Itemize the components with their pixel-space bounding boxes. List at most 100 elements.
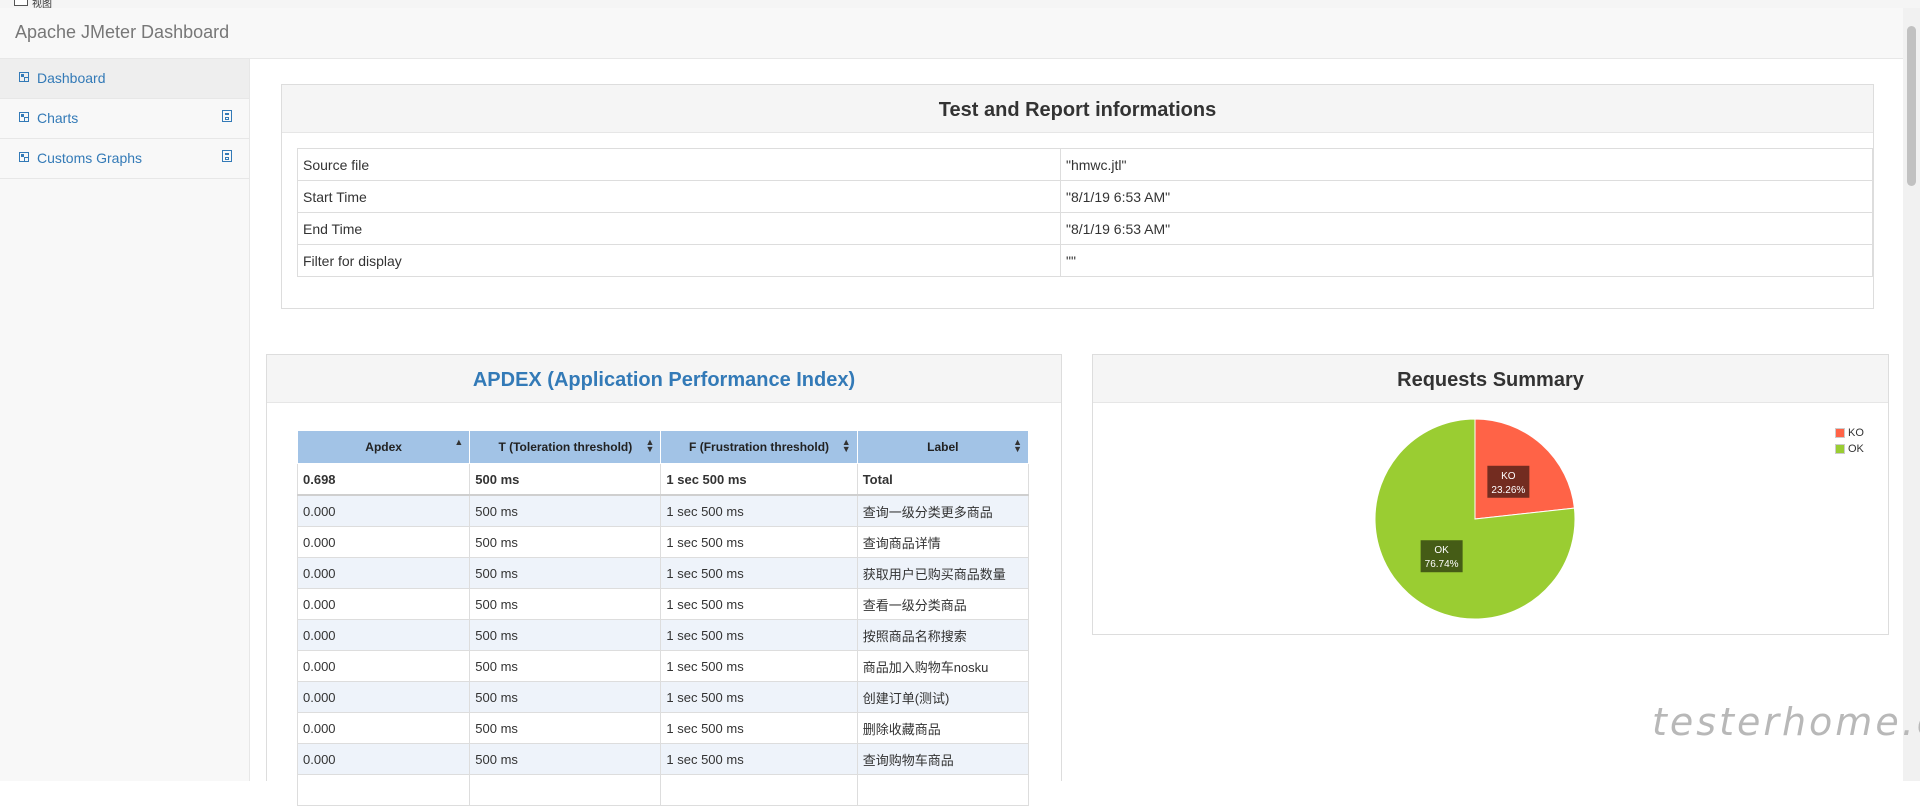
toleration-value: 500 ms bbox=[469, 619, 662, 651]
watermark: testerhome.com bbox=[1652, 700, 1920, 744]
sort-icon[interactable]: ▲ ▼ bbox=[842, 438, 851, 454]
apdex-panel: APDEX (Application Performance Index) Ap… bbox=[266, 354, 1062, 806]
sort-icon[interactable]: ▲ ▼ bbox=[645, 438, 654, 454]
info-key: Start Time bbox=[297, 180, 1061, 213]
frustration-value: 1 sec 500 ms bbox=[660, 650, 858, 682]
info-key: End Time bbox=[297, 212, 1061, 245]
frustration-value: 1 sec 500 ms bbox=[660, 619, 858, 651]
toleration-value: 500 ms bbox=[469, 681, 662, 713]
toleration-value: 500 ms bbox=[469, 650, 662, 682]
label-value: 查询一级分类更多商品 bbox=[856, 494, 1030, 527]
pie-legend: KO OK bbox=[1835, 425, 1864, 457]
slice-label-ok: OK 76.74% bbox=[1420, 540, 1463, 573]
legend-swatch-ok bbox=[1835, 444, 1845, 454]
apdex-value: 0.000 bbox=[296, 494, 471, 527]
sidebar: Dashboard Charts Customs Graphs bbox=[0, 59, 250, 781]
frustration-value bbox=[660, 774, 858, 806]
sort-asc-icon[interactable]: ▲ bbox=[454, 438, 463, 447]
toleration-value: 500 ms bbox=[469, 526, 662, 558]
frustration-value: 1 sec 500 ms bbox=[660, 712, 858, 744]
apdex-table: Apdex ▲ T (Toleration threshold) ▲ ▼ F (Fru… bbox=[296, 430, 1030, 806]
scrollbar-thumb[interactable] bbox=[1907, 26, 1916, 186]
toleration-value: 500 ms bbox=[469, 557, 662, 589]
column-header-toleration[interactable]: T (Toleration threshold) ▲ ▼ bbox=[469, 430, 662, 464]
info-value: "hmwc.jtl" bbox=[1060, 148, 1873, 181]
label-value: 查询购物车商品 bbox=[856, 743, 1030, 775]
sidebar-item-label[interactable]: Charts bbox=[37, 110, 78, 126]
apdex-title: APDEX (Application Performance Index) bbox=[267, 355, 1061, 403]
info-row: Filter for display "" bbox=[297, 244, 1873, 277]
slice-label-name: KO bbox=[1501, 471, 1516, 482]
legend-item-ko[interactable]: KO bbox=[1835, 425, 1864, 441]
requests-pie-chart[interactable]: KO 23.26% OK 76.74% bbox=[1093, 404, 1888, 634]
column-header-label: Apdex bbox=[365, 440, 402, 454]
table-row: 0.000 500 ms 1 sec 500 ms 查询购物车商品 bbox=[296, 743, 1030, 775]
chart-icon bbox=[19, 152, 29, 162]
label-value: 查看一级分类商品 bbox=[856, 588, 1030, 620]
requests-summary-title: Requests Summary bbox=[1093, 355, 1888, 403]
table-row: 0.000 500 ms 1 sec 500 ms 创建订单(测试) bbox=[296, 681, 1030, 713]
brand-title[interactable]: Apache JMeter Dashboard bbox=[15, 22, 229, 43]
sidebar-item-customs-graphs[interactable]: Customs Graphs bbox=[0, 139, 249, 179]
legend-item-ok[interactable]: OK bbox=[1835, 441, 1864, 457]
sidebar-item-charts[interactable]: Charts bbox=[0, 99, 249, 139]
info-key: Filter for display bbox=[297, 244, 1061, 277]
slice-label-value: 76.74% bbox=[1425, 559, 1459, 570]
slice-label-value: 23.26% bbox=[1491, 485, 1525, 496]
sidebar-item-label[interactable]: Customs Graphs bbox=[37, 150, 142, 166]
chart-icon bbox=[19, 112, 29, 122]
column-header-frustration[interactable]: F (Frustration threshold) ▲ ▼ bbox=[660, 430, 858, 464]
apdex-value: 0.000 bbox=[296, 681, 471, 713]
info-row: Source file "hmwc.jtl" bbox=[297, 148, 1873, 181]
expand-icon[interactable] bbox=[222, 110, 232, 122]
apdex-value: 0.000 bbox=[296, 526, 471, 558]
info-row: End Time "8/1/19 6:53 AM" bbox=[297, 212, 1873, 245]
top-navbar: Apache JMeter Dashboard bbox=[0, 8, 1903, 59]
info-row: Start Time "8/1/19 6:53 AM" bbox=[297, 180, 1873, 213]
window-icon bbox=[14, 0, 28, 6]
toleration-value: 500 ms bbox=[469, 463, 662, 496]
label-value: 创建订单(测试) bbox=[856, 681, 1030, 713]
column-header-apdex[interactable]: Apdex ▲ bbox=[296, 430, 471, 464]
column-header-label: T (Toleration threshold) bbox=[498, 440, 633, 454]
column-header-label: Label bbox=[927, 440, 959, 454]
test-info-title: Test and Report informations bbox=[282, 85, 1873, 133]
table-row: 0.000 500 ms 1 sec 500 ms 获取用户已购买商品数量 bbox=[296, 557, 1030, 589]
sort-icon[interactable]: ▲ ▼ bbox=[1013, 438, 1022, 454]
sidebar-item-label[interactable]: Dashboard bbox=[37, 70, 106, 86]
toleration-value: 500 ms bbox=[469, 743, 662, 775]
apdex-total-row: 0.698 500 ms 1 sec 500 ms Total bbox=[296, 463, 1030, 496]
dashboard-icon bbox=[19, 72, 29, 82]
table-row bbox=[296, 774, 1030, 806]
table-row: 0.000 500 ms 1 sec 500 ms 查看一级分类商品 bbox=[296, 588, 1030, 620]
slice-label-ko: KO 23.26% bbox=[1487, 465, 1530, 498]
apdex-value bbox=[296, 774, 471, 806]
table-row: 0.000 500 ms 1 sec 500 ms 商品加入购物车nosku bbox=[296, 650, 1030, 682]
info-key: Source file bbox=[297, 148, 1061, 181]
toleration-value: 500 ms bbox=[469, 588, 662, 620]
expand-icon[interactable] bbox=[222, 150, 232, 162]
table-row: 0.000 500 ms 1 sec 500 ms 按照商品名称搜索 bbox=[296, 619, 1030, 651]
label-value: 删除收藏商品 bbox=[856, 712, 1030, 744]
requests-summary-panel: Requests Summary KO 23.26% OK 76.74% KO OK bbox=[1092, 354, 1889, 635]
test-info-table: Source file "hmwc.jtl" Start Time "8/1/1… bbox=[297, 148, 1873, 277]
page-scrollbar[interactable] bbox=[1903, 8, 1920, 781]
sidebar-item-dashboard[interactable]: Dashboard bbox=[0, 59, 249, 99]
frustration-value: 1 sec 500 ms bbox=[660, 463, 858, 496]
column-header-label: F (Frustration threshold) bbox=[689, 440, 830, 454]
label-value: 查询商品详情 bbox=[856, 526, 1030, 558]
label-value: 获取用户已购买商品数量 bbox=[856, 557, 1030, 589]
legend-swatch-ko bbox=[1835, 428, 1845, 438]
apdex-header-row: Apdex ▲ T (Toleration threshold) ▲ ▼ F (Fru… bbox=[296, 430, 1030, 464]
frustration-value: 1 sec 500 ms bbox=[660, 526, 858, 558]
apdex-value: 0.698 bbox=[296, 463, 471, 496]
frustration-value: 1 sec 500 ms bbox=[660, 681, 858, 713]
frustration-value: 1 sec 500 ms bbox=[660, 743, 858, 775]
legend-label: OK bbox=[1848, 443, 1864, 455]
frustration-value: 1 sec 500 ms bbox=[660, 494, 858, 527]
apdex-value: 0.000 bbox=[296, 650, 471, 682]
apdex-value: 0.000 bbox=[296, 588, 471, 620]
column-header-label-col[interactable]: Label ▲ ▼ bbox=[856, 430, 1030, 464]
apdex-value: 0.000 bbox=[296, 619, 471, 651]
table-row: 0.000 500 ms 1 sec 500 ms 删除收藏商品 bbox=[296, 712, 1030, 744]
